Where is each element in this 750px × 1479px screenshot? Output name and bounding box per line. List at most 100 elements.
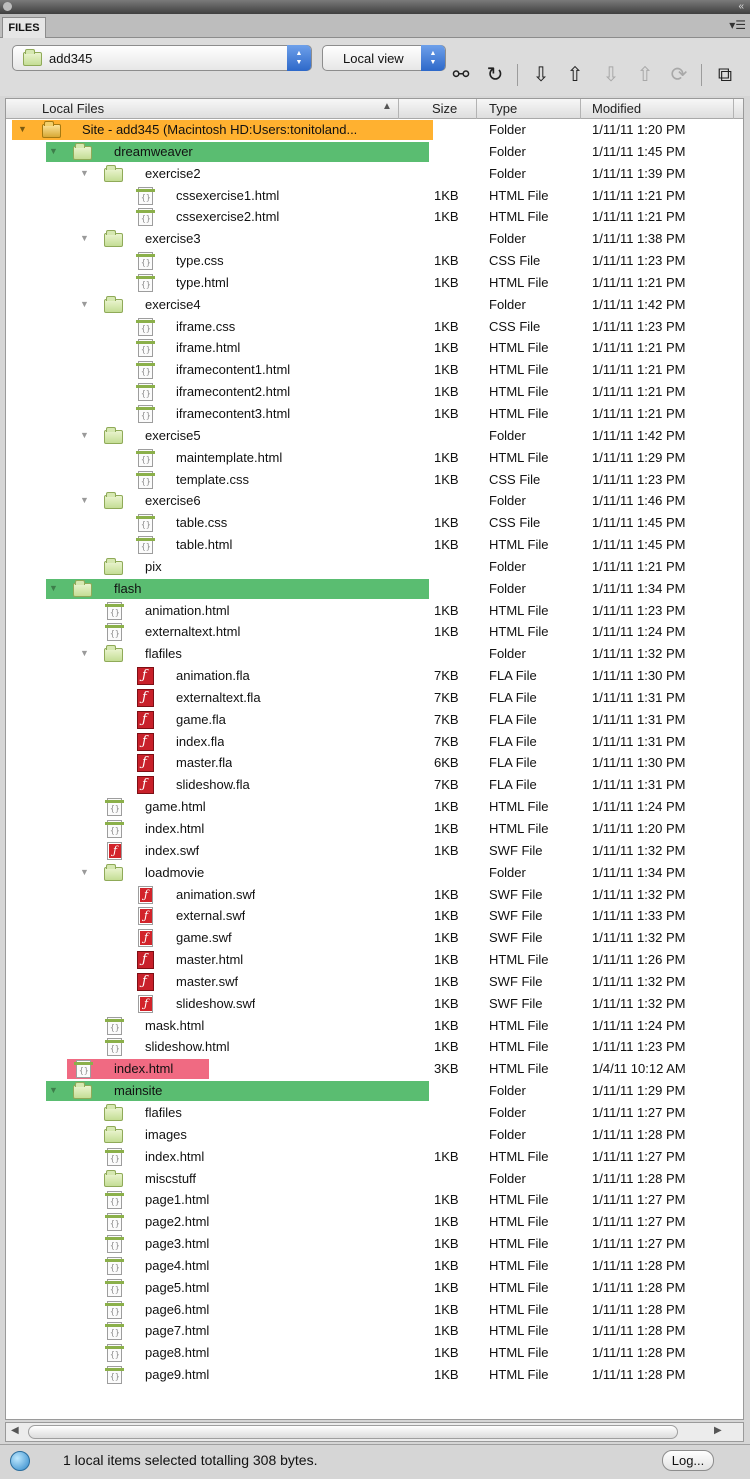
- get-files-icon[interactable]: ⇩: [528, 64, 554, 86]
- web-document-icon: [104, 1016, 124, 1035]
- expand-triangle-icon[interactable]: ▼: [49, 1085, 58, 1095]
- file-row[interactable]: ▼ exercise3 Folder 1/11/11 1:38 PM: [6, 228, 743, 250]
- expand-triangle-icon[interactable]: ▼: [80, 867, 89, 877]
- file-row[interactable]: ▼ loadmovie Folder 1/11/11 1:34 PM: [6, 862, 743, 884]
- file-row[interactable]: page1.html 1KB HTML File 1/11/11 1:27 PM: [6, 1189, 743, 1211]
- column-divider[interactable]: [398, 99, 399, 119]
- file-row[interactable]: ▼ Site - add345 (Macintosh HD:Users:tonit…: [6, 119, 743, 141]
- file-row[interactable]: slideshow.html 1KB HTML File 1/11/11 1:23 P…: [6, 1036, 743, 1058]
- file-row[interactable]: ▼ flafiles Folder 1/11/11 1:32 PM: [6, 643, 743, 665]
- expand-triangle-icon[interactable]: ▼: [80, 233, 89, 243]
- file-row[interactable]: cssexercise2.html 1KB HTML File 1/11/11 1:2…: [6, 206, 743, 228]
- file-row[interactable]: flafiles Folder 1/11/11 1:27 PM: [6, 1102, 743, 1124]
- site-select-stepper-icon[interactable]: ▲ ▼: [287, 45, 311, 71]
- file-row[interactable]: master.html 1KB HTML File 1/11/11 1:26 PM: [6, 949, 743, 971]
- column-divider[interactable]: [733, 99, 734, 119]
- file-row[interactable]: game.fla 7KB FLA File 1/11/11 1:31 PM: [6, 709, 743, 731]
- file-row[interactable]: page9.html 1KB HTML File 1/11/11 1:28 PM: [6, 1364, 743, 1386]
- local-files-list[interactable]: Local Files ▲ Size Type Modified ▼ Site -…: [5, 98, 744, 1420]
- file-row[interactable]: externaltext.fla 7KB FLA File 1/11/11 1:31 …: [6, 687, 743, 709]
- column-type[interactable]: Type: [489, 101, 517, 116]
- file-row[interactable]: iframecontent2.html 1KB HTML File 1/11/11 1…: [6, 381, 743, 403]
- expand-triangle-icon[interactable]: ▼: [80, 299, 89, 309]
- file-row[interactable]: iframe.html 1KB HTML File 1/11/11 1:21 PM: [6, 337, 743, 359]
- file-row[interactable]: index.html 1KB HTML File 1/11/11 1:20 PM: [6, 818, 743, 840]
- file-row[interactable]: page2.html 1KB HTML File 1/11/11 1:27 PM: [6, 1211, 743, 1233]
- column-size[interactable]: Size: [432, 101, 457, 116]
- file-row[interactable]: template.css 1KB CSS File 1/11/11 1:23 PM: [6, 469, 743, 491]
- expand-triangle-icon[interactable]: ▼: [80, 430, 89, 440]
- file-row[interactable]: iframecontent1.html 1KB HTML File 1/11/11 1…: [6, 359, 743, 381]
- file-row[interactable]: pix Folder 1/11/11 1:21 PM: [6, 556, 743, 578]
- file-row[interactable]: miscstuff Folder 1/11/11 1:28 PM: [6, 1168, 743, 1190]
- file-row[interactable]: page5.html 1KB HTML File 1/11/11 1:28 PM: [6, 1277, 743, 1299]
- file-row[interactable]: game.html 1KB HTML File 1/11/11 1:24 PM: [6, 796, 743, 818]
- file-row[interactable]: ▼ mainsite Folder 1/11/11 1:29 PM: [6, 1080, 743, 1102]
- file-row[interactable]: animation.fla 7KB FLA File 1/11/11 1:30 PM: [6, 665, 743, 687]
- file-row[interactable]: type.css 1KB CSS File 1/11/11 1:23 PM: [6, 250, 743, 272]
- file-name: index.html: [145, 1148, 205, 1164]
- web-document-icon: [104, 1300, 124, 1319]
- file-row[interactable]: ▼ exercise4 Folder 1/11/11 1:42 PM: [6, 294, 743, 316]
- sort-ascending-icon[interactable]: ▲: [382, 101, 392, 112]
- panel-menu-icon[interactable]: ▾☰: [729, 18, 746, 32]
- file-row[interactable]: page7.html 1KB HTML File 1/11/11 1:28 PM: [6, 1320, 743, 1342]
- expand-triangle-icon[interactable]: ▼: [80, 168, 89, 178]
- file-row[interactable]: type.html 1KB HTML File 1/11/11 1:21 PM: [6, 272, 743, 294]
- file-row[interactable]: game.swf 1KB SWF File 1/11/11 1:32 PM: [6, 927, 743, 949]
- file-row[interactable]: ▼ exercise6 Folder 1/11/11 1:46 PM: [6, 490, 743, 512]
- file-row[interactable]: mask.html 1KB HTML File 1/11/11 1:24 PM: [6, 1015, 743, 1037]
- file-row[interactable]: index.swf 1KB SWF File 1/11/11 1:32 PM: [6, 840, 743, 862]
- file-row[interactable]: page3.html 1KB HTML File 1/11/11 1:27 PM: [6, 1233, 743, 1255]
- expand-triangle-icon[interactable]: ▼: [49, 146, 58, 156]
- file-row[interactable]: slideshow.fla 7KB FLA File 1/11/11 1:31 PM: [6, 774, 743, 796]
- expand-triangle-icon[interactable]: ▼: [49, 583, 58, 593]
- file-row[interactable]: externaltext.html 1KB HTML File 1/11/11 1:2…: [6, 621, 743, 643]
- file-row[interactable]: cssexercise1.html 1KB HTML File 1/11/11 1:2…: [6, 185, 743, 207]
- file-row[interactable]: animation.swf 1KB SWF File 1/11/11 1:32 PM: [6, 884, 743, 906]
- file-row[interactable]: master.swf 1KB SWF File 1/11/11 1:32 PM: [6, 971, 743, 993]
- file-row[interactable]: ▼ exercise2 Folder 1/11/11 1:39 PM: [6, 163, 743, 185]
- file-row[interactable]: maintemplate.html 1KB HTML File 1/11/11 1:2…: [6, 447, 743, 469]
- file-row[interactable]: index.html 1KB HTML File 1/11/11 1:27 PM: [6, 1146, 743, 1168]
- file-row[interactable]: ▼ flash Folder 1/11/11 1:34 PM: [6, 578, 743, 600]
- file-row[interactable]: page8.html 1KB HTML File 1/11/11 1:28 PM: [6, 1342, 743, 1364]
- column-divider[interactable]: [580, 99, 581, 119]
- site-select[interactable]: add345 ▲ ▼: [12, 45, 312, 71]
- scroll-right-icon[interactable]: ▶: [714, 1425, 722, 1436]
- file-row[interactable]: slideshow.swf 1KB SWF File 1/11/11 1:32 PM: [6, 993, 743, 1015]
- expand-triangle-icon[interactable]: ▼: [80, 648, 89, 658]
- file-row[interactable]: table.css 1KB CSS File 1/11/11 1:45 PM: [6, 512, 743, 534]
- expand-panel-icon[interactable]: ⧉: [712, 64, 738, 86]
- expand-triangle-icon[interactable]: ▼: [18, 124, 27, 134]
- expand-triangle-icon[interactable]: ▼: [80, 495, 89, 505]
- file-row[interactable]: ▼ dreamweaver Folder 1/11/11 1:45 PM: [6, 141, 743, 163]
- file-row[interactable]: images Folder 1/11/11 1:28 PM: [6, 1124, 743, 1146]
- view-select[interactable]: Local view ▲ ▼: [322, 45, 446, 71]
- file-row[interactable]: master.fla 6KB FLA File 1/11/11 1:30 PM: [6, 752, 743, 774]
- log-button[interactable]: Log...: [662, 1450, 714, 1471]
- refresh-icon[interactable]: ↻: [482, 64, 508, 86]
- column-divider[interactable]: [476, 99, 477, 119]
- scroll-left-icon[interactable]: ◀: [11, 1425, 19, 1436]
- view-select-stepper-icon[interactable]: ▲ ▼: [421, 45, 445, 71]
- file-row[interactable]: page4.html 1KB HTML File 1/11/11 1:28 PM: [6, 1255, 743, 1277]
- collapse-icon[interactable]: «: [738, 0, 744, 14]
- file-row[interactable]: index.fla 7KB FLA File 1/11/11 1:31 PM: [6, 731, 743, 753]
- horizontal-scrollbar[interactable]: ◀ ▶: [5, 1422, 744, 1442]
- column-local-files[interactable]: Local Files: [42, 101, 104, 116]
- put-files-icon[interactable]: ⇧: [562, 64, 588, 86]
- file-row[interactable]: page6.html 1KB HTML File 1/11/11 1:28 PM: [6, 1299, 743, 1321]
- scrollbar-thumb[interactable]: [28, 1425, 678, 1439]
- file-row[interactable]: table.html 1KB HTML File 1/11/11 1:45 PM: [6, 534, 743, 556]
- file-row[interactable]: external.swf 1KB SWF File 1/11/11 1:33 PM: [6, 905, 743, 927]
- file-row[interactable]: iframe.css 1KB CSS File 1/11/11 1:23 PM: [6, 316, 743, 338]
- file-size: 1KB: [434, 1367, 459, 1383]
- file-row[interactable]: animation.html 1KB HTML File 1/11/11 1:23 P…: [6, 600, 743, 622]
- column-modified[interactable]: Modified: [592, 101, 641, 116]
- file-row[interactable]: iframecontent3.html 1KB HTML File 1/11/11 1…: [6, 403, 743, 425]
- file-row[interactable]: ▼ exercise5 Folder 1/11/11 1:42 PM: [6, 425, 743, 447]
- connect-icon[interactable]: ⚯: [448, 64, 474, 86]
- tab-files[interactable]: FILES: [2, 17, 46, 38]
- file-row[interactable]: index.html 3KB HTML File 1/4/11 10:12 AM: [6, 1058, 743, 1080]
